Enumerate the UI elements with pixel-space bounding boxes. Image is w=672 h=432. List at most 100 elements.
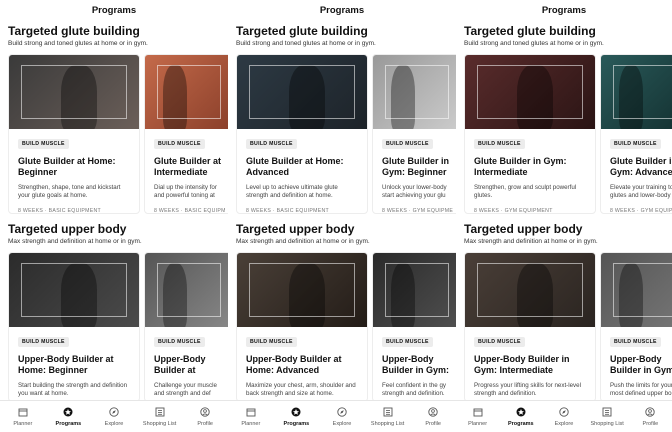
category-badge: BUILD MUSCLE <box>610 337 661 347</box>
nav-item-shopping-list[interactable]: Shopping List <box>587 407 627 427</box>
nav-item-programs[interactable]: Programs <box>501 407 541 427</box>
section-glute: Targeted glute building Build strong and … <box>456 24 672 214</box>
nav-item-planner[interactable]: Planner <box>231 407 271 427</box>
nav-item-profile[interactable]: Profile <box>630 406 670 427</box>
program-description: Progress your lifting skills for next-le… <box>474 382 581 397</box>
nav-item-planner[interactable]: Planner <box>3 407 43 427</box>
program-title: Glute Builder at Home: Beginner <box>18 156 116 177</box>
category-badge: BUILD MUSCLE <box>246 139 297 149</box>
nav-label: Profile <box>197 420 213 427</box>
image-frame <box>613 263 672 317</box>
image-frame <box>21 263 127 317</box>
program-card[interactable]: BUILD MUSCLE Glute Builder in Gym: Advanc… <box>600 54 672 214</box>
program-description: Level up to achieve ultimate glute stren… <box>246 184 338 199</box>
section-upper-body: Targeted upper body Max strength and defi… <box>228 222 456 402</box>
section-subtitle: Max strength and definition at home or i… <box>464 238 598 245</box>
program-description: Strengthen, grow and sculpt powerful glu… <box>474 184 577 199</box>
compass-icon <box>559 406 569 421</box>
nav-item-planner[interactable]: Planner <box>458 407 498 427</box>
program-title: Glute Builder in Gym: Beginner <box>382 156 450 177</box>
program-description: Push the limits for your most defined up… <box>610 382 672 397</box>
program-card[interactable]: BUILD MUSCLE Upper-Body Builder in Gym: B… <box>372 252 456 402</box>
nav-label: Programs <box>507 420 534 427</box>
program-card[interactable]: BUILD MUSCLE Upper-Body Builder at Home: … <box>8 252 140 402</box>
program-description: Maximize your chest, arm, shoulder and b… <box>246 382 356 397</box>
program-image <box>145 55 228 129</box>
section-title: Targeted upper body <box>236 222 355 236</box>
card-carousel[interactable]: BUILD MUSCLE Upper-Body Builder in Gym: I… <box>464 252 672 402</box>
program-card[interactable]: BUILD MUSCLE Glute Builder at Home: Begin… <box>8 54 140 214</box>
program-card[interactable]: BUILD MUSCLE Upper-Body Builder at Home: … <box>236 252 368 402</box>
nav-item-profile[interactable]: Profile <box>413 406 453 427</box>
app-screen-3: Programs Targeted glute building Build str… <box>456 0 672 432</box>
section-title: Targeted glute building <box>8 24 140 38</box>
program-image <box>9 55 139 129</box>
profile-icon <box>200 406 210 421</box>
program-card[interactable]: BUILD MUSCLE Glute Builder at Intermediat… <box>144 54 228 214</box>
card-carousel[interactable]: BUILD MUSCLE Glute Builder in Gym: Interm… <box>464 54 672 214</box>
nav-item-profile[interactable]: Profile <box>185 406 225 427</box>
card-carousel[interactable]: BUILD MUSCLE Upper-Body Builder at Home: … <box>236 252 456 402</box>
section-subtitle: Max strength and definition at home or i… <box>8 238 142 245</box>
nav-item-shopping-list[interactable]: Shopping List <box>368 407 408 427</box>
nav-item-programs[interactable]: Programs <box>48 407 88 427</box>
program-title: Glute Builder at Intermediate <box>154 156 222 177</box>
image-frame <box>21 65 127 119</box>
program-description: Elevate your training to s glutes and lo… <box>610 184 672 199</box>
nav-label: Explore <box>554 420 574 427</box>
image-frame <box>249 263 355 317</box>
profile-icon <box>428 406 438 421</box>
category-badge: BUILD MUSCLE <box>18 337 69 347</box>
card-carousel[interactable]: BUILD MUSCLE Glute Builder at Home: Advan… <box>236 54 456 214</box>
program-card[interactable]: BUILD MUSCLE Upper-Body Builder at Home: … <box>144 252 228 402</box>
program-image <box>465 253 595 327</box>
nav-label: Profile <box>642 420 659 427</box>
program-description: Unlock your lower-body start achieving y… <box>382 184 447 199</box>
program-meta: 8 WEEKS · GYM EQUIPME <box>382 208 453 214</box>
program-description: Feel confident in the gy strength and de… <box>382 382 446 397</box>
card-carousel[interactable]: BUILD MUSCLE Upper-Body Builder at Home: … <box>8 252 228 402</box>
section-upper-body: Targeted upper body Max strength and defi… <box>456 222 672 402</box>
image-frame <box>613 65 672 119</box>
category-badge: BUILD MUSCLE <box>474 337 525 347</box>
program-card[interactable]: BUILD MUSCLE Glute Builder in Gym: Interm… <box>464 54 596 214</box>
section-subtitle: Build strong and toned glutes at home or… <box>464 40 604 47</box>
program-card[interactable]: BUILD MUSCLE Upper-Body Builder in Gym: A… <box>600 252 672 402</box>
app-root: Programs Targeted glute building Build str… <box>0 0 672 432</box>
nav-item-explore[interactable]: Explore <box>94 406 134 427</box>
program-image <box>373 55 456 129</box>
nav-item-explore[interactable]: Explore <box>544 406 584 427</box>
program-title: Upper-Body Builder in Gym: Advanced <box>610 354 672 375</box>
image-frame <box>157 263 221 317</box>
nav-item-programs[interactable]: Programs <box>276 407 316 427</box>
image-frame <box>385 65 449 119</box>
compass-icon <box>337 406 347 421</box>
nav-item-explore[interactable]: Explore <box>322 406 362 427</box>
star-icon <box>516 407 526 421</box>
program-card[interactable]: BUILD MUSCLE Upper-Body Builder in Gym: I… <box>464 252 596 402</box>
category-badge: BUILD MUSCLE <box>382 337 433 347</box>
image-frame <box>477 65 583 119</box>
program-card[interactable]: BUILD MUSCLE Glute Builder in Gym: Beginn… <box>372 54 456 214</box>
section-upper-body: Targeted upper body Max strength and defi… <box>0 222 228 402</box>
calendar-icon <box>18 407 28 421</box>
app-screen-1: Programs Targeted glute building Build str… <box>0 0 228 432</box>
program-meta: 8 WEEKS · GYM EQUIPMENT <box>474 208 553 214</box>
category-badge: BUILD MUSCLE <box>382 139 433 149</box>
category-badge: BUILD MUSCLE <box>246 337 297 347</box>
program-image <box>237 253 367 327</box>
program-title: Upper-Body Builder at Home: Beginner <box>18 354 114 375</box>
nav-label: Planner <box>13 420 33 427</box>
app-screen-2: Programs Targeted glute building Build str… <box>228 0 456 432</box>
program-image <box>373 253 456 327</box>
program-title: Upper-Body Builder at Home: Advanced <box>246 354 342 375</box>
program-card[interactable]: BUILD MUSCLE Glute Builder at Home: Advan… <box>236 54 368 214</box>
bottom-nav: Planner Programs Explore Shopping List Profi… <box>228 400 456 432</box>
program-description: Strengthen, shape, tone and kickstart yo… <box>18 184 121 199</box>
program-description: Dial up the intensity for and powerful t… <box>154 184 217 199</box>
card-carousel[interactable]: BUILD MUSCLE Glute Builder at Home: Begin… <box>8 54 228 214</box>
bottom-nav: Planner Programs Explore Shopping List Profi… <box>456 400 672 432</box>
section-title: Targeted upper body <box>8 222 127 236</box>
nav-item-shopping-list[interactable]: Shopping List <box>140 407 180 427</box>
category-badge: BUILD MUSCLE <box>18 139 69 149</box>
